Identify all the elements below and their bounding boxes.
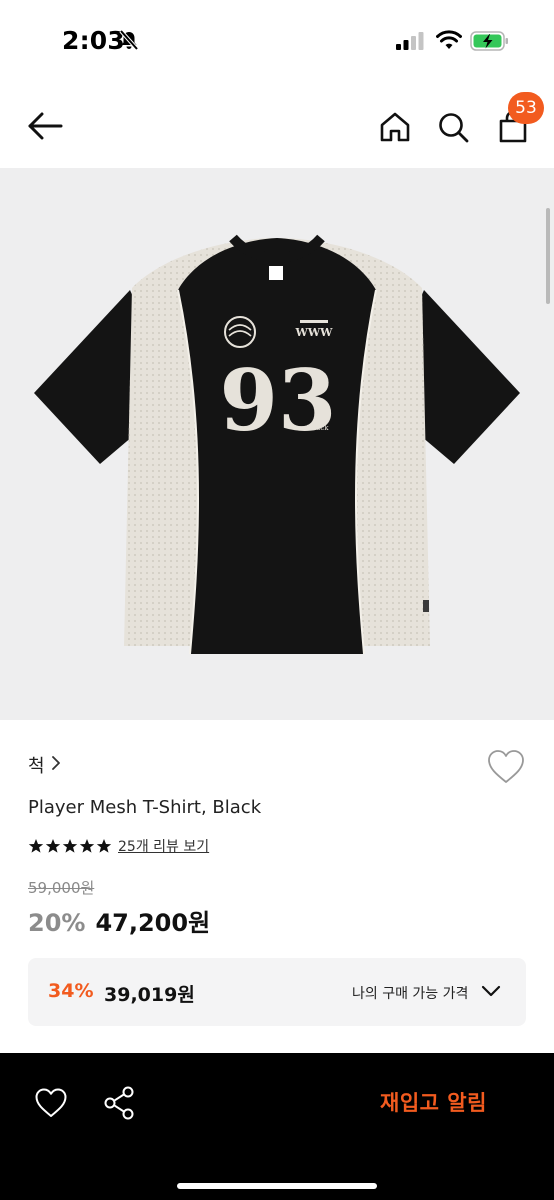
star-icon	[79, 839, 95, 853]
star-icon	[62, 839, 78, 853]
product-photo-jersey: WWW 93 Chuck	[34, 234, 520, 655]
share-icon[interactable]	[103, 1085, 135, 1121]
shirt-sub-text: Chuck	[306, 424, 329, 432]
product-image[interactable]: WWW 93 Chuck	[0, 168, 554, 720]
rating-row: 25개 리뷰 보기	[28, 836, 209, 856]
chevron-right-icon	[51, 755, 61, 775]
my-purchase-price-dropdown[interactable]: 34% 39,019원 나의 구매 가능 가격	[28, 958, 526, 1026]
star-icon	[45, 839, 61, 853]
heart-icon[interactable]	[34, 1087, 68, 1119]
home-icon[interactable]	[378, 110, 412, 144]
home-indicator[interactable]	[177, 1183, 377, 1189]
member-discount-rate: 34%	[48, 980, 94, 1002]
search-icon[interactable]	[436, 110, 470, 144]
wifi-icon	[436, 30, 462, 54]
battery-charging-icon	[470, 30, 510, 56]
product-title: Player Mesh T-Shirt, Black	[28, 797, 262, 818]
star-icon	[28, 839, 44, 853]
discount-rate: 20%	[28, 909, 86, 937]
review-link[interactable]: 25개 리뷰 보기	[118, 836, 209, 856]
brand-name[interactable]: 척	[28, 752, 45, 778]
status-bar: 2:03	[0, 0, 554, 84]
star-rating	[28, 838, 112, 854]
shirt-text: WWW	[294, 326, 333, 339]
back-arrow-icon[interactable]	[26, 108, 66, 144]
member-price: 39,019원	[104, 984, 195, 1006]
brand-link[interactable]: 척	[28, 752, 61, 778]
restock-alert-button[interactable]: 재입고 알림	[380, 1087, 487, 1117]
price-row: 20% 47,200원	[28, 903, 210, 938]
status-time: 2:03	[62, 26, 125, 55]
chevron-down-icon[interactable]	[480, 983, 502, 1002]
cellular-signal-icon	[396, 32, 424, 54]
bottom-action-bar: 재입고 알림	[0, 1053, 554, 1200]
sale-price: 47,200원	[95, 909, 211, 937]
scrollbar-thumb[interactable]	[546, 208, 550, 304]
top-nav-bar: 53	[0, 84, 554, 168]
shirt-number: 93	[220, 351, 337, 450]
star-icon	[96, 839, 112, 853]
original-price: 59,000원	[28, 879, 95, 897]
heart-icon[interactable]	[486, 748, 526, 786]
bell-off-icon	[118, 29, 140, 55]
cart-count-badge[interactable]: 53	[508, 92, 544, 124]
member-price-label: 나의 구매 가능 가격	[352, 986, 469, 1002]
